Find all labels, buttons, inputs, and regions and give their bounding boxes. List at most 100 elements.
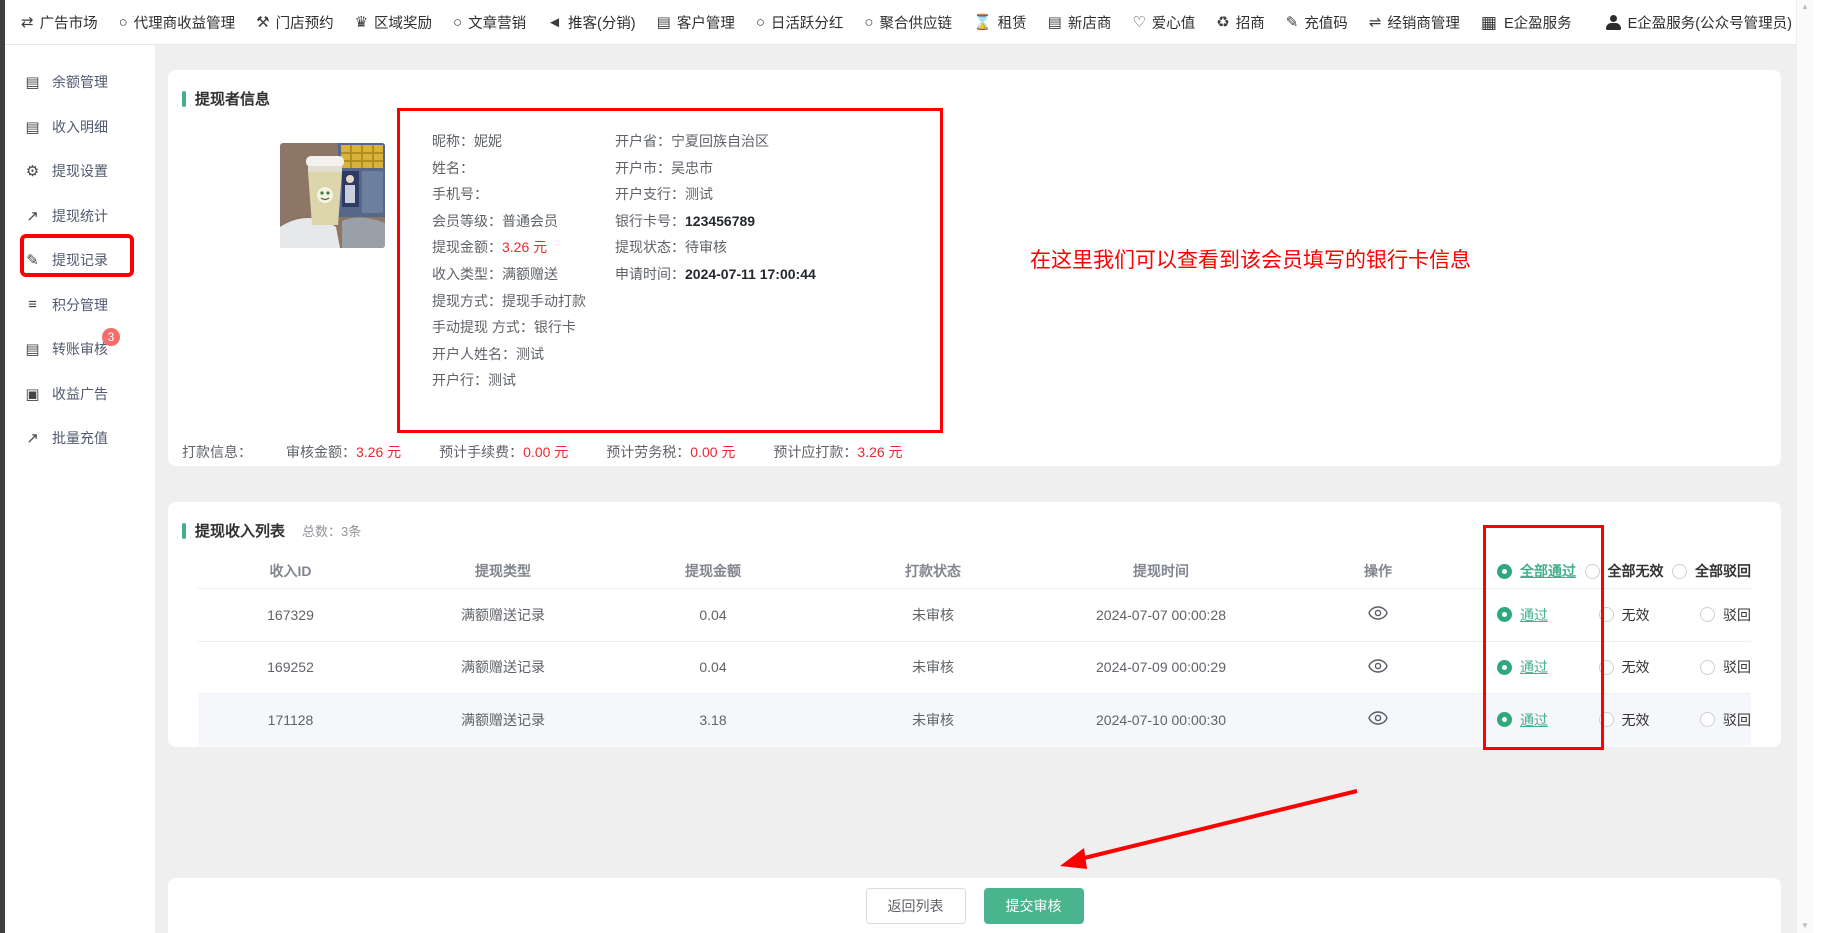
nav-item-ad-market[interactable]: ⇄广告市场 — [21, 12, 98, 33]
nav-item-region-reward[interactable]: ♛区域奖励 — [355, 12, 432, 33]
submit-audit-button[interactable]: 提交审核 — [984, 888, 1084, 924]
nav-item-store-booking[interactable]: ⚒门店预约 — [256, 12, 333, 33]
row-invalid-radio[interactable]: 无效 — [1599, 710, 1650, 730]
radio-icon[interactable] — [1700, 660, 1715, 675]
circle-icon: ○ — [864, 15, 873, 30]
document-icon: ▤ — [24, 73, 41, 91]
section-accent-bar — [182, 523, 186, 539]
heart-icon: ♡ — [1132, 15, 1145, 30]
row-approve-radio[interactable]: 通过 — [1497, 657, 1548, 677]
grid-icon: ▦ — [1481, 14, 1497, 31]
cell-withdraw-time: 2024-07-10 00:00:30 — [1063, 712, 1259, 728]
scroll-up-icon[interactable]: ▲ — [1801, 3, 1809, 11]
section-accent-bar — [182, 91, 186, 107]
pen-icon: ✎ — [1286, 15, 1299, 30]
row-reject-radio[interactable]: 驳回 — [1700, 605, 1751, 625]
col-income-id: 收入ID — [198, 561, 383, 581]
radio-icon[interactable] — [1700, 712, 1715, 727]
radio-icon[interactable] — [1599, 607, 1614, 622]
section-title: 提现收入列表 — [195, 520, 285, 541]
sidebar-item-income-detail[interactable]: ▤收入明细 — [5, 105, 155, 150]
tools-icon: ⚒ — [256, 15, 269, 30]
user-icon — [1606, 15, 1621, 30]
row-reject-radio[interactable]: 驳回 — [1700, 710, 1751, 730]
cell-amount: 3.18 — [623, 712, 803, 728]
field-card-number: 银行卡号：123456789 — [615, 208, 816, 235]
radio-icon[interactable] — [1599, 660, 1614, 675]
nav-item-recharge-code[interactable]: ✎充值码 — [1286, 12, 1348, 33]
cell-income-id: 171128 — [198, 712, 383, 728]
income-list-card: 提现收入列表 总数：3条 收入ID 提现类型 提现金额 打款状态 提现时间 操作… — [168, 502, 1781, 747]
nav-item-daily-dividend[interactable]: ○日活跃分红 — [756, 12, 844, 33]
vertical-scrollbar[interactable]: ▲ ▼ — [1796, 0, 1813, 933]
cell-withdraw-time: 2024-07-07 00:00:28 — [1063, 607, 1259, 623]
bulk-invalid-radio[interactable]: 全部无效 — [1585, 561, 1664, 581]
collapsed-nav-strip — [0, 0, 5, 933]
sidebar-item-balance-mgmt[interactable]: ▤余额管理 — [5, 60, 155, 105]
nav-item-rental[interactable]: ⌛租赁 — [973, 12, 1027, 33]
field-income-type: 收入类型：满额赠送 — [432, 261, 615, 288]
nav-item-eqiying-service[interactable]: ▦E企盈服务 — [1481, 12, 1572, 33]
hourglass-icon: ⌛ — [973, 15, 992, 30]
circle-icon: ○ — [119, 15, 128, 30]
row-invalid-radio[interactable]: 无效 — [1599, 605, 1650, 625]
radio-icon[interactable] — [1599, 712, 1614, 727]
view-icon[interactable] — [1368, 659, 1388, 673]
row-approve-radio[interactable]: 通过 — [1497, 605, 1548, 625]
sidebar-item-transfer-audit[interactable]: ▤转账审核3 — [5, 327, 155, 372]
bulk-approve-radio[interactable]: 全部通过 — [1497, 561, 1576, 581]
radio-icon[interactable] — [1672, 564, 1687, 579]
radio-checked-icon[interactable] — [1497, 660, 1512, 675]
nav-item-distribution[interactable]: ◄推客(分销) — [547, 12, 636, 33]
radio-checked-icon[interactable] — [1497, 607, 1512, 622]
col-withdraw-time: 提现时间 — [1063, 561, 1259, 581]
radio-icon[interactable] — [1585, 564, 1600, 579]
nav-item-dealer-mgmt[interactable]: ⇌经销商管理 — [1369, 12, 1460, 33]
sidebar-item-points-mgmt[interactable]: ≡积分管理 — [5, 283, 155, 328]
cell-income-id: 167329 — [198, 607, 383, 623]
sidebar-item-withdraw-settings[interactable]: ⚙提现设置 — [5, 149, 155, 194]
view-icon[interactable] — [1368, 711, 1388, 725]
cell-payment-status: 未审核 — [803, 657, 1063, 677]
bulk-reject-radio[interactable]: 全部驳回 — [1672, 561, 1751, 581]
radio-checked-icon[interactable] — [1497, 564, 1512, 579]
sidebar-item-batch-recharge[interactable]: ↗批量充值 — [5, 416, 155, 461]
back-to-list-button[interactable]: 返回列表 — [866, 888, 966, 924]
row-reject-radio[interactable]: 驳回 — [1700, 657, 1751, 677]
nav-item-agent-revenue[interactable]: ○代理商收益管理 — [119, 12, 236, 33]
scroll-down-icon[interactable]: ▼ — [1801, 922, 1809, 930]
col-amount: 提现金额 — [623, 561, 803, 581]
col-actions: 操作 — [1259, 561, 1497, 581]
sidebar-item-withdraw-stats[interactable]: ↗提现统计 — [5, 194, 155, 239]
radio-checked-icon[interactable] — [1497, 712, 1512, 727]
row-approve-radio[interactable]: 通过 — [1497, 710, 1548, 730]
radio-icon[interactable] — [1700, 607, 1715, 622]
cell-amount: 0.04 — [623, 659, 803, 675]
table-row: 169252 满额赠送记录 0.04 未审核 2024-07-09 00:00:… — [198, 641, 1751, 694]
list-icon: ▤ — [657, 15, 671, 30]
row-invalid-radio[interactable]: 无效 — [1599, 657, 1650, 677]
sidebar-item-revenue-ads[interactable]: ▣收益广告 — [5, 372, 155, 417]
handshake-icon: ⇌ — [1369, 15, 1382, 30]
member-avatar — [280, 143, 385, 248]
nav-item-article-marketing[interactable]: ○文章营销 — [453, 12, 526, 33]
table-row: 167329 满额赠送记录 0.04 未审核 2024-07-07 00:00:… — [198, 588, 1751, 641]
nav-item-customer-mgmt[interactable]: ▤客户管理 — [657, 12, 735, 33]
nav-item-supply-chain[interactable]: ○聚合供应链 — [864, 12, 952, 33]
field-member-level: 会员等级：普通会员 — [432, 208, 615, 235]
swap-icon: ⇄ — [21, 15, 34, 30]
document-icon: ▤ — [24, 340, 41, 358]
action-footer: 返回列表 提交审核 — [168, 878, 1781, 933]
document-icon: ▤ — [24, 118, 41, 136]
gear-icon: ⚙ — [24, 162, 41, 180]
coins-icon: ≡ — [24, 296, 41, 313]
nav-item-love-value[interactable]: ♡爱心值 — [1132, 12, 1195, 33]
sidebar-item-withdraw-records[interactable]: ✎提现记录 — [5, 238, 155, 283]
nav-item-investment[interactable]: ♻招商 — [1216, 12, 1264, 33]
account-menu[interactable]: E企盈服务(公众号管理员) — [1606, 12, 1792, 33]
cell-payment-status: 未审核 — [803, 605, 1063, 625]
view-icon[interactable] — [1368, 606, 1388, 620]
nav-item-new-store[interactable]: ▤新店商 — [1048, 12, 1112, 33]
notification-badge: 3 — [102, 328, 120, 346]
share-icon: ◄ — [547, 15, 562, 30]
